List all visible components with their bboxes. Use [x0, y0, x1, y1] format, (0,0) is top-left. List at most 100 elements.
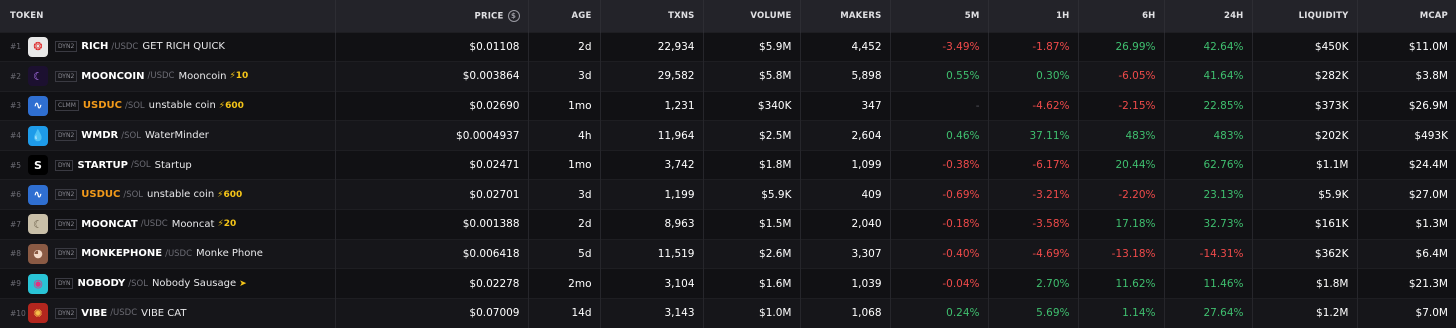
token-cell[interactable]: #7 ☾ DYN2 MOONCAT/USDC Mooncat ⚡20: [0, 209, 336, 240]
quote-token: /USDC: [165, 248, 193, 259]
token-cell[interactable]: #3 ∿ CLMM USDUC/SOL unstable coin ⚡600: [0, 90, 336, 121]
age-cell: 2mo: [528, 268, 601, 299]
token-name: Nobody Sausage: [151, 278, 237, 290]
token-cell[interactable]: #5 S DYN STARTUP/SOL Startup: [0, 149, 336, 180]
header-age[interactable]: AGE: [528, 0, 601, 32]
price-cell: $0.001388: [335, 209, 529, 240]
h1-cell: -3.21%: [988, 179, 1079, 210]
token-table: TOKEN PRICE $ AGE TXNS VOLUME MAKERS 5M 1…: [0, 0, 1456, 328]
dex-badge: DYN2: [55, 307, 78, 319]
volume-cell: $5.9K: [703, 179, 801, 210]
boost-badge: ➤: [239, 278, 247, 289]
txns-cell: 3,143: [600, 297, 704, 328]
dex-badge: DYN2: [55, 130, 78, 142]
header-1h[interactable]: 1H: [988, 0, 1079, 32]
usduc-logo-icon: ∿: [28, 184, 48, 205]
rank-label: #9: [10, 279, 22, 289]
h6-cell: -6.05%: [1078, 61, 1165, 92]
mcap-cell: $1.3M: [1357, 209, 1456, 240]
quote-token: /USDC: [147, 71, 175, 82]
table-row[interactable]: #1 ❂ DYN2 RICH/USDC GET RICH QUICK $0.01108 2d…: [0, 31, 1456, 62]
txns-cell: 11,964: [600, 120, 704, 151]
header-token[interactable]: TOKEN: [0, 0, 336, 32]
volume-cell: $340K: [703, 90, 801, 121]
m5-cell: -: [890, 90, 989, 121]
makers-cell: 3,307: [800, 238, 891, 269]
header-6h[interactable]: 6H: [1078, 0, 1165, 32]
h24-cell: 11.46%: [1164, 268, 1253, 299]
header-volume[interactable]: VOLUME: [703, 0, 801, 32]
m5-cell: -0.40%: [890, 238, 989, 269]
token-cell[interactable]: #9 ◉ DYN NOBODY/SOL Nobody Sausage ➤: [0, 268, 336, 299]
volume-cell: $1.6M: [703, 268, 801, 299]
dex-badge: DYN2: [55, 248, 78, 260]
token-cell[interactable]: #8 ◕ DYN2 MONKEPHONE/USDC Monke Phone: [0, 238, 336, 269]
rank-label: #2: [10, 71, 22, 81]
dex-badge: DYN2: [55, 70, 78, 82]
price-cell: $0.003864: [335, 61, 529, 92]
makers-cell: 347: [800, 90, 891, 121]
token-symbol: MOONCOIN: [81, 70, 145, 82]
table-row[interactable]: #8 ◕ DYN2 MONKEPHONE/USDC Monke Phone $0.0064…: [0, 238, 1456, 269]
token-symbol: MOONCAT: [81, 218, 138, 230]
txns-cell: 3,742: [600, 149, 704, 180]
makers-cell: 1,099: [800, 149, 891, 180]
table-row[interactable]: #7 ☾ DYN2 MOONCAT/USDC Mooncat ⚡20 $0.001388 2d…: [0, 209, 1456, 240]
h6-cell: 1.14%: [1078, 297, 1165, 328]
liquidity-cell: $373K: [1252, 90, 1358, 121]
token-name: Monke Phone: [196, 248, 263, 260]
header-5m[interactable]: 5M: [890, 0, 989, 32]
header-makers[interactable]: MAKERS: [800, 0, 891, 32]
makers-cell: 2,040: [800, 209, 891, 240]
token-cell[interactable]: #10 ✺ DYN2 VIBE/USDC VIBE CAT: [0, 297, 336, 328]
header-liquidity[interactable]: LIQUIDITY: [1252, 0, 1358, 32]
token-name: GET RICH QUICK: [142, 41, 225, 53]
token-cell[interactable]: #2 ☾ DYN2 MOONCOIN/USDC Mooncoin ⚡10: [0, 61, 336, 92]
dex-badge: DYN2: [55, 218, 78, 230]
mcap-cell: $21.3M: [1357, 268, 1456, 299]
m5-cell: 0.55%: [890, 61, 989, 92]
currency-toggle-icon[interactable]: $: [507, 9, 520, 22]
mooncat-logo-icon: ☾: [28, 214, 48, 235]
age-cell: 3d: [528, 179, 601, 210]
header-price[interactable]: PRICE $: [335, 0, 529, 32]
header-24h[interactable]: 24H: [1164, 0, 1253, 32]
token-cell[interactable]: #4 💧 DYN2 WMDR/SOL WaterMinder: [0, 120, 336, 151]
table-row[interactable]: #10 ✺ DYN2 VIBE/USDC VIBE CAT $0.07009 14d 3,14…: [0, 297, 1456, 328]
table-row[interactable]: #9 ◉ DYN NOBODY/SOL Nobody Sausage ➤ $0.02278 2…: [0, 268, 1456, 299]
boost-badge: ⚡600: [218, 100, 244, 111]
table-header-row: TOKEN PRICE $ AGE TXNS VOLUME MAKERS 5M 1…: [0, 0, 1456, 32]
monkephone-logo-icon: ◕: [28, 243, 48, 264]
mcap-cell: $3.8M: [1357, 61, 1456, 92]
token-symbol: RICH: [81, 41, 109, 53]
liquidity-cell: $362K: [1252, 238, 1358, 269]
token-cell[interactable]: #1 ❂ DYN2 RICH/USDC GET RICH QUICK: [0, 31, 336, 62]
table-row[interactable]: #3 ∿ CLMM USDUC/SOL unstable coin ⚡600 $0.0269…: [0, 90, 1456, 121]
txns-cell: 22,934: [600, 31, 704, 62]
h1-cell: 0.30%: [988, 61, 1079, 92]
table-row[interactable]: #6 ∿ DYN2 USDUC/SOL unstable coin ⚡600 $0.0270…: [0, 179, 1456, 210]
token-symbol: STARTUP: [77, 159, 128, 171]
h6-cell: -2.15%: [1078, 90, 1165, 121]
mcap-cell: $7.0M: [1357, 297, 1456, 328]
h1-cell: -3.58%: [988, 209, 1079, 240]
dex-badge: DYN2: [55, 41, 78, 53]
makers-cell: 2,604: [800, 120, 891, 151]
table-row[interactable]: #5 S DYN STARTUP/SOL Startup $0.02471 1mo 3,742…: [0, 149, 1456, 180]
header-txns[interactable]: TXNS: [600, 0, 704, 32]
mcap-cell: $24.4M: [1357, 149, 1456, 180]
h1-cell: 2.70%: [988, 268, 1079, 299]
volume-cell: $1.8M: [703, 149, 801, 180]
table-row[interactable]: #4 💧 DYN2 WMDR/SOL WaterMinder $0.0004937 4h 11…: [0, 120, 1456, 151]
liquidity-cell: $161K: [1252, 209, 1358, 240]
price-cell: $0.02471: [335, 149, 529, 180]
header-mcap[interactable]: MCAP: [1357, 0, 1456, 32]
token-cell[interactable]: #6 ∿ DYN2 USDUC/SOL unstable coin ⚡600: [0, 179, 336, 210]
table-row[interactable]: #2 ☾ DYN2 MOONCOIN/USDC Mooncoin ⚡10 $0.003864…: [0, 61, 1456, 92]
m5-cell: -0.04%: [890, 268, 989, 299]
mooncoin-logo-icon: ☾: [28, 66, 48, 87]
h24-cell: 42.64%: [1164, 31, 1253, 62]
volume-cell: $2.5M: [703, 120, 801, 151]
age-cell: 2d: [528, 31, 601, 62]
age-cell: 14d: [528, 297, 601, 328]
